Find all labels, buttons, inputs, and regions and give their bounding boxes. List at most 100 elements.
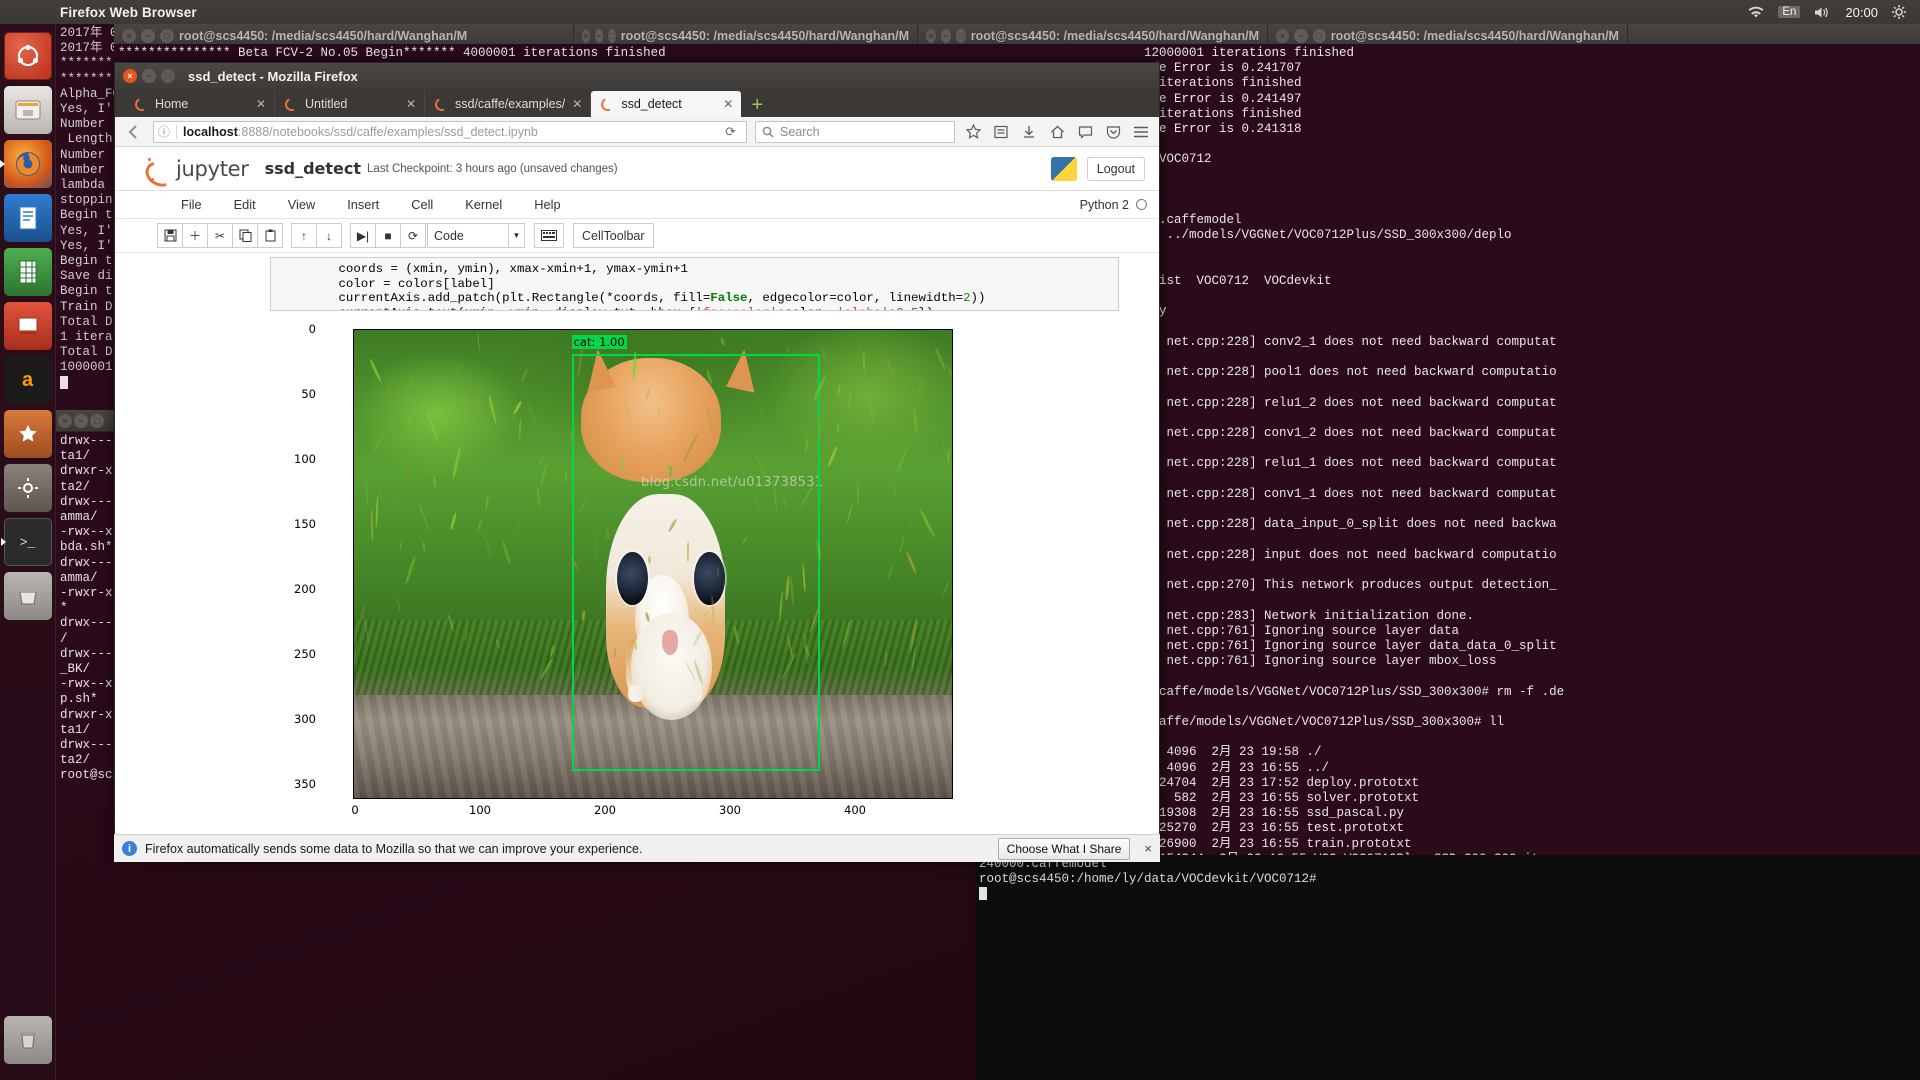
launcher-trash[interactable] (4, 1016, 52, 1064)
x-tick-0: 0 (351, 803, 358, 817)
celltoolbar-button[interactable]: CellToolbar (573, 223, 654, 248)
terminal-window-bottom[interactable]: 240000.caffemodel root@scs4450:/home/ly/… (975, 855, 1920, 1080)
launcher-terminal[interactable]: >_ (4, 518, 52, 566)
move-up-icon[interactable]: ↑ (291, 223, 317, 248)
terminal-window-left-lower[interactable]: × − □ drwx--- ta1/ drwxr-x ta2/ drwx--- … (56, 410, 114, 810)
copy-icon[interactable] (232, 223, 258, 248)
home-icon[interactable] (1047, 122, 1067, 142)
close-icon[interactable]: × (926, 29, 936, 43)
maximize-icon[interactable]: □ (160, 29, 174, 43)
browser-tab-ssd-detect[interactable]: ssd_detect ✕ (591, 91, 741, 117)
maximize-icon[interactable]: □ (1313, 29, 1326, 43)
power-gear-icon[interactable] (1892, 5, 1906, 19)
menu-insert[interactable]: Insert (331, 197, 395, 212)
launcher-software-center[interactable] (4, 410, 52, 458)
minimize-icon[interactable]: − (1294, 29, 1307, 43)
notebook-scroll-area[interactable]: coords = (xmin, ymin), xmax-xmin+1, ymax… (115, 253, 1159, 861)
browser-tab-untitled[interactable]: Untitled ✕ (275, 91, 425, 117)
maximize-icon[interactable]: □ (90, 414, 104, 428)
x-tick-200: 200 (594, 803, 616, 817)
minimize-icon[interactable]: − (141, 29, 155, 43)
pocket-icon[interactable] (1103, 122, 1123, 142)
reader-list-icon[interactable] (991, 122, 1011, 142)
stop-icon[interactable]: ■ (375, 223, 401, 248)
restart-kernel-icon[interactable]: ⟳ (400, 223, 426, 248)
cell-type-select[interactable]: Code ▼ (427, 223, 525, 248)
kernel-idle-icon[interactable] (1136, 199, 1147, 210)
code-cell[interactable]: coords = (xmin, ymin), xmax-xmin+1, ymax… (270, 257, 1119, 311)
firefox-titlebar[interactable]: × − □ ssd_detect - Mozilla Firefox (115, 63, 1159, 89)
launcher-files[interactable] (4, 86, 52, 134)
close-tab-icon[interactable]: ✕ (256, 97, 266, 111)
run-icon[interactable]: ▶| (350, 223, 376, 248)
browser-tab-home[interactable]: Home ✕ (125, 91, 275, 117)
close-icon[interactable]: × (1276, 29, 1289, 43)
cut-icon[interactable]: ✂ (207, 223, 233, 248)
menu-view[interactable]: View (272, 197, 332, 212)
close-tab-icon[interactable]: ✕ (572, 97, 582, 111)
tab-label: Untitled (305, 97, 399, 111)
menu-help[interactable]: Help (518, 197, 576, 212)
terminal-cursor (979, 887, 987, 900)
grass-blade (511, 415, 517, 424)
page-info-icon[interactable]: ⓘ (158, 123, 170, 140)
choose-what-i-share-button[interactable]: Choose What I Share (998, 838, 1131, 860)
launcher-libreoffice-impress[interactable] (4, 302, 52, 350)
bookmark-star-icon[interactable] (963, 122, 983, 142)
move-down-icon[interactable]: ↓ (316, 223, 342, 248)
close-icon[interactable]: × (1138, 841, 1152, 856)
notebook-name[interactable]: ssd_detect (265, 159, 361, 178)
urlbar-divider (176, 125, 177, 139)
close-icon[interactable]: × (58, 414, 72, 428)
terminal-lower-titlebar[interactable]: × − □ (56, 410, 114, 432)
search-input[interactable]: Search (755, 121, 955, 143)
launcher-firefox[interactable] (4, 140, 52, 188)
back-arrow-icon[interactable] (123, 121, 145, 143)
minimize-icon[interactable]: − (74, 414, 88, 428)
code-line-1: coords = (xmin, ymin), xmax-xmin+1, ymax… (279, 262, 688, 276)
minimize-icon[interactable]: − (595, 29, 603, 43)
logout-button[interactable]: Logout (1087, 157, 1145, 181)
wifi-icon[interactable] (1748, 6, 1764, 19)
launcher-archive-manager[interactable] (4, 572, 52, 620)
new-tab-button[interactable]: + (741, 95, 773, 117)
keyboard-layout-icon[interactable]: En (1778, 6, 1800, 18)
save-icon[interactable] (157, 223, 183, 248)
menu-kernel[interactable]: Kernel (449, 197, 518, 212)
grass-blade (422, 542, 425, 552)
paste-icon[interactable] (257, 223, 283, 248)
jupyter-logo[interactable]: jupyter (145, 157, 249, 181)
url-bar[interactable]: ⓘ localhost:8888/notebooks/ssd/caffe/exa… (153, 121, 747, 143)
close-icon[interactable]: × (582, 29, 590, 43)
close-icon[interactable]: × (122, 29, 136, 43)
menu-file[interactable]: File (165, 197, 218, 212)
maximize-icon[interactable]: □ (956, 29, 966, 43)
launcher-libreoffice-writer[interactable] (4, 194, 52, 242)
launcher-amazon[interactable]: a (4, 356, 52, 404)
clock[interactable]: 20:00 (1845, 5, 1878, 20)
close-tab-icon[interactable]: ✕ (406, 97, 416, 111)
downloads-icon[interactable] (1019, 122, 1039, 142)
hamburger-menu-icon[interactable] (1131, 122, 1151, 142)
close-icon[interactable]: × (123, 69, 137, 83)
minimize-icon[interactable]: − (941, 29, 951, 43)
chevron-down-icon[interactable]: ▼ (508, 224, 524, 247)
menu-cell[interactable]: Cell (395, 197, 449, 212)
minimize-icon[interactable]: − (142, 69, 156, 83)
launcher-system-settings[interactable] (4, 464, 52, 512)
maximize-icon[interactable]: □ (608, 29, 616, 43)
detection-bounding-box (572, 354, 820, 771)
maximize-icon[interactable]: □ (161, 69, 175, 83)
launcher-libreoffice-calc[interactable] (4, 248, 52, 296)
chat-icon[interactable] (1075, 122, 1095, 142)
reload-icon[interactable]: ⟳ (719, 124, 742, 140)
browser-tab-examples[interactable]: ssd/caffe/examples/ ✕ (425, 91, 591, 117)
menu-edit[interactable]: Edit (218, 197, 272, 212)
close-tab-icon[interactable]: ✕ (723, 97, 733, 111)
launcher-ubuntu-dash[interactable] (4, 32, 52, 80)
matplotlib-figure: 0 50 100 150 200 250 300 350 0 100 200 3… (307, 317, 967, 837)
grass-blade (837, 424, 839, 432)
add-cell-icon[interactable]: ＋ (182, 223, 208, 248)
command-palette-icon[interactable] (534, 223, 564, 248)
volume-icon[interactable] (1814, 6, 1831, 19)
